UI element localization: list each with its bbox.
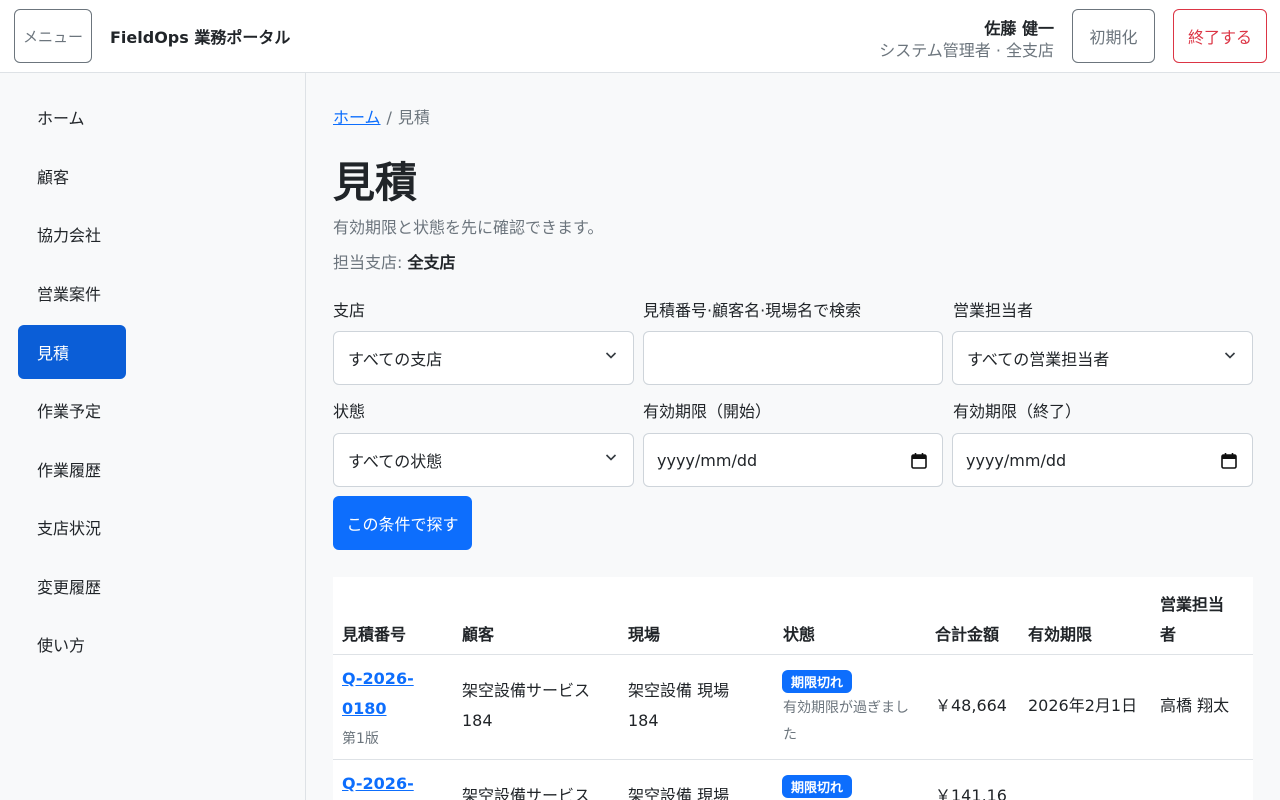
quote-number-link-wrap[interactable]: 0180 [342,694,387,724]
user-role: システム管理者 · 全支店 [879,41,1054,60]
status-filter-label: 状態 [333,402,366,421]
sidebar-item-home[interactable]: ホーム [18,90,126,144]
branch-value: 全支店 [407,253,456,272]
breadcrumb-home-link[interactable]: ホーム [333,108,381,127]
chevron-down-icon [605,352,617,359]
search-filter-label: 見積番号·顧客名·現場名で検索 [643,301,862,320]
expiry-to-input[interactable]: yyyy/mm/dd [952,433,1253,487]
breadcrumb-separator: / [386,108,392,127]
expiry-from-input[interactable]: yyyy/mm/dd [643,433,943,487]
quote-version: 第1版 [342,731,379,747]
site-cell-wrap: 184 [628,711,659,730]
chevron-down-icon [605,454,617,461]
total-cell: ￥48,664 [935,696,1007,715]
sidebar-item-deals[interactable]: 営業案件 [18,266,126,320]
branch-prefix: 担当支店: [333,253,403,272]
status-select[interactable]: すべての状態 [333,433,634,487]
sidebar-item-work-history[interactable]: 作業履歴 [18,442,126,496]
menu-button[interactable]: メニュー [14,9,92,63]
site-cell: 架空設備 現場 [628,681,730,700]
quote-number-link[interactable]: Q-2026- [342,769,414,799]
branch-select-value: すべての支店 [348,350,443,369]
sidebar-item-customers[interactable]: 顧客 [18,149,126,203]
customer-cell: 架空設備サービス [462,681,591,700]
user-name: 佐藤 健一 [984,19,1054,38]
top-header: メニュー FieldOps 業務ポータル 佐藤 健一 システム管理者 · 全支店… [0,0,1280,73]
sidebar-item-help[interactable]: 使い方 [18,617,126,671]
header-divider [333,654,1253,655]
total-cell: ￥141,16 [935,786,1007,800]
status-note: 有効期限が過ぎまし [783,700,909,716]
status-badge: 期限切れ [782,670,853,693]
row-divider [333,759,1253,760]
search-submit-button[interactable]: この条件で探す [333,496,472,550]
expiry-from-placeholder: yyyy/mm/dd [657,450,758,470]
customer-cell-wrap: 184 [462,711,493,730]
col-header-number[interactable]: 見積番号 [342,621,406,645]
reset-button[interactable]: 初期化 [1072,9,1155,63]
sidebar-nav: ホーム 顧客 協力会社 営業案件 見積 作業予定 作業履歴 支店状況 変更履歴 … [0,73,306,800]
breadcrumb-current: 見積 [397,108,430,127]
page-subtitle: 有効期限と状態を先に確認できます。 [333,218,604,237]
logout-button[interactable]: 終了する [1173,9,1267,63]
col-header-rep-wrap: 者 [1160,625,1177,644]
branch-filter-label: 支店 [333,301,366,320]
sidebar-item-schedule[interactable]: 作業予定 [18,383,126,437]
expiry-cell: 2026年2月1日 [1028,696,1138,715]
sidebar-item-branch-status[interactable]: 支店状況 [18,500,126,554]
app-title: FieldOps 業務ポータル [110,28,291,47]
status-select-value: すべての状態 [348,452,443,471]
calendar-icon[interactable] [910,452,928,470]
status-note-wrap: た [783,727,797,743]
search-input[interactable] [643,331,943,385]
expiry-from-label: 有効期限（開始） [643,402,772,421]
quote-number-link[interactable]: Q-2026- [342,664,414,694]
branch-select[interactable]: すべての支店 [333,331,634,385]
status-badge: 期限切れ [782,775,853,798]
branch-indicator: 担当支店: 全支店 [333,249,456,273]
sidebar-item-quotes[interactable]: 見積 [18,325,126,379]
rep-select[interactable]: すべての営業担当者 [952,331,1253,385]
col-header-status[interactable]: 状態 [783,621,815,645]
col-header-site[interactable]: 現場 [628,621,660,645]
col-header-expiry[interactable]: 有効期限 [1028,621,1092,645]
site-cell: 架空設備 現場 [628,786,730,800]
col-header-total[interactable]: 合計金額 [935,621,999,645]
col-header-rep[interactable]: 営業担当 [1160,591,1224,615]
rep-select-value: すべての営業担当者 [967,350,1110,369]
quotes-table: 見積番号 顧客 現場 状態 合計金額 有効期限 営業担当 者 Q-2026- 0… [333,577,1253,800]
customer-cell: 架空設備サービス [462,786,591,800]
col-header-customer[interactable]: 顧客 [462,621,494,645]
rep-filter-label: 営業担当者 [953,301,1034,320]
breadcrumb: ホーム / 見積 [333,104,430,128]
chevron-down-icon [1224,352,1236,359]
rep-cell: 高橋 翔太 [1160,696,1230,715]
calendar-icon[interactable] [1220,452,1238,470]
sidebar-item-change-log[interactable]: 変更履歴 [18,559,126,613]
sidebar-item-partners[interactable]: 協力会社 [18,207,126,261]
expiry-to-label: 有効期限（終了） [953,402,1082,421]
main-content: ホーム / 見積 見積 有効期限と状態を先に確認できます。 担当支店: 全支店 支店… [306,73,1280,800]
page-title: 見積 [333,158,418,207]
expiry-to-placeholder: yyyy/mm/dd [966,450,1067,470]
